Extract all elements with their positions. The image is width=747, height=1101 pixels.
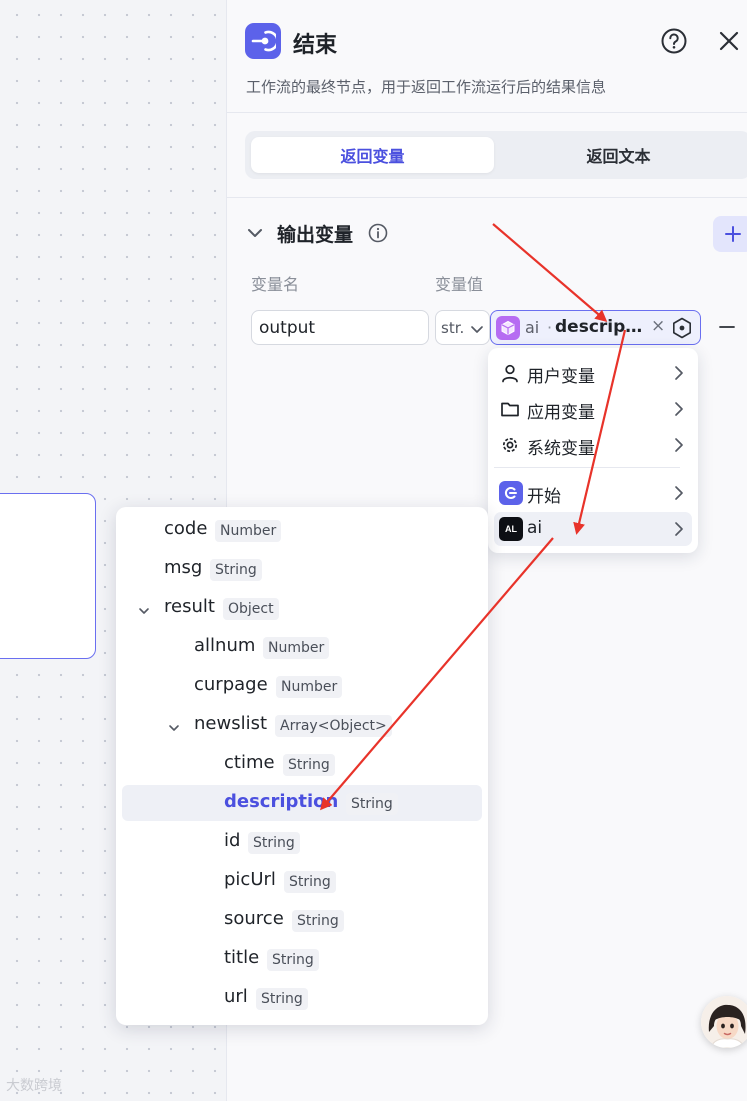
- panel-title: 结束: [293, 33, 338, 58]
- tree-variable-name: curpage: [194, 674, 268, 695]
- tree-variable-type-badge: Object: [223, 598, 279, 620]
- reference-variable-name: description: [555, 317, 647, 337]
- tree-row-ctime[interactable]: ctime String: [122, 746, 482, 782]
- chevron-right-icon: [672, 401, 686, 417]
- chevron-right-icon: [672, 365, 686, 381]
- tree-variable-type-badge: String: [248, 832, 300, 854]
- chevron-down-icon: [470, 321, 484, 335]
- tree-variable-type-badge: String: [346, 793, 398, 815]
- help-icon[interactable]: [660, 27, 688, 55]
- reference-separator: ·: [547, 318, 553, 337]
- remove-variable-button[interactable]: [715, 315, 739, 339]
- reference-node-name: ai: [525, 318, 540, 337]
- minus-icon: [719, 326, 735, 328]
- menu-item-label: 应用变量: [527, 403, 595, 423]
- chevron-down-icon[interactable]: [138, 602, 150, 614]
- tree-variable-type-badge: String: [210, 559, 262, 581]
- assistant-avatar[interactable]: [701, 996, 747, 1048]
- tab-return-variables[interactable]: 返回变量: [251, 137, 494, 173]
- header-divider: [227, 112, 747, 113]
- tree-row-newslist[interactable]: newslist Array<Object>: [122, 707, 482, 743]
- gear-icon: [500, 435, 520, 455]
- tree-row-msg[interactable]: msg String: [122, 551, 482, 587]
- tree-row-code[interactable]: code Number: [122, 512, 482, 548]
- tree-row-picurl[interactable]: picUrl String: [122, 863, 482, 899]
- tabs-divider: [227, 197, 747, 198]
- hexagon-settings-icon[interactable]: [671, 317, 693, 339]
- tree-variable-name: url: [224, 986, 248, 1007]
- clear-reference-button[interactable]: ×: [651, 316, 665, 336]
- tree-variable-type-badge: String: [283, 754, 335, 776]
- tree-variable-name: description: [224, 791, 339, 812]
- tree-row-allnum[interactable]: allnum Number: [122, 629, 482, 665]
- chevron-right-icon: [672, 437, 686, 453]
- chevron-right-icon: [672, 485, 686, 501]
- tree-row-curpage[interactable]: curpage Number: [122, 668, 482, 704]
- tab-return-text[interactable]: 返回文本: [497, 137, 740, 173]
- plus-icon: [725, 226, 741, 242]
- menu-item-label: 系统变量: [527, 439, 595, 459]
- variable-name-label: 变量名: [251, 275, 300, 294]
- menu-item-label: 开始: [527, 487, 561, 507]
- folder-icon: [500, 399, 520, 419]
- user-icon: [500, 363, 520, 383]
- tree-variable-type-badge: String: [267, 949, 319, 971]
- close-icon[interactable]: [715, 27, 743, 55]
- chevron-right-icon: [672, 521, 686, 537]
- menu-divider: [494, 467, 680, 468]
- cube-icon: [496, 316, 520, 340]
- tree-variable-name: allnum: [194, 635, 256, 656]
- tree-row-description[interactable]: description String: [122, 785, 482, 821]
- tree-row-source[interactable]: source String: [122, 902, 482, 938]
- menu-item-ai-node[interactable]: AL ai: [494, 512, 692, 546]
- tree-row-result[interactable]: result Object: [122, 590, 482, 626]
- menu-item-user-variables[interactable]: 用户变量: [494, 356, 692, 390]
- tree-variable-type-badge: Array<Object>: [275, 715, 392, 737]
- tree-row-title[interactable]: title String: [122, 941, 482, 977]
- tree-variable-name: picUrl: [224, 869, 276, 890]
- chevron-down-icon[interactable]: [168, 719, 180, 731]
- panel-description: 工作流的最终节点，用于返回工作流运行后的结果信息: [246, 78, 607, 96]
- variable-source-menu: 用户变量 应用变量 系统变量 开始 AL ai: [488, 348, 698, 553]
- menu-item-label: ai: [527, 518, 543, 538]
- tree-variable-name: code: [164, 518, 208, 539]
- start-node-icon: [499, 481, 523, 505]
- ai-node-icon: AL: [499, 517, 523, 541]
- menu-item-system-variables[interactable]: 系统变量: [494, 428, 692, 462]
- return-mode-tabs: 返回变量 返回文本: [245, 131, 747, 179]
- tree-variable-name: result: [164, 596, 215, 617]
- section-title: 输出变量: [277, 224, 354, 246]
- tree-variable-type-badge: Number: [263, 637, 330, 659]
- variable-type-select[interactable]: str.: [435, 310, 490, 345]
- collapse-chevron-icon[interactable]: [245, 223, 265, 243]
- tree-row-id[interactable]: id String: [122, 824, 482, 860]
- tree-variable-type-badge: Number: [215, 520, 282, 542]
- tree-variable-type-badge: String: [292, 910, 344, 932]
- canvas-node[interactable]: [0, 493, 96, 659]
- info-icon[interactable]: [367, 222, 389, 244]
- menu-item-start-node[interactable]: 开始: [494, 476, 692, 510]
- menu-item-app-variables[interactable]: 应用变量: [494, 392, 692, 426]
- variable-type-value: str.: [441, 318, 465, 337]
- menu-item-label: 用户变量: [527, 367, 595, 387]
- panel-header: 结束 工作流的最终节点，用于返回工作流运行后的结果信息: [227, 0, 747, 112]
- tree-variable-name: ctime: [224, 752, 275, 773]
- end-node-icon: [245, 23, 281, 59]
- tree-variable-type-badge: String: [256, 988, 308, 1010]
- variable-name-input[interactable]: [251, 310, 429, 345]
- variable-tree-menu: code Number msg String result Object allnum Num…: [116, 507, 488, 1025]
- tree-variable-name: id: [224, 830, 241, 851]
- tree-variable-name: title: [224, 947, 260, 968]
- tree-variable-name: source: [224, 908, 284, 929]
- tree-variable-name: newslist: [194, 713, 268, 734]
- watermark: 大数跨境: [6, 1078, 62, 1094]
- add-variable-button[interactable]: [713, 216, 747, 252]
- tree-variable-name: msg: [164, 557, 203, 578]
- variable-value-label: 变量值: [435, 275, 484, 294]
- variable-reference-picker[interactable]: ai · description ×: [490, 310, 701, 345]
- tree-row-url[interactable]: url String: [122, 980, 482, 1016]
- tree-variable-type-badge: Number: [276, 676, 343, 698]
- tree-variable-type-badge: String: [284, 871, 336, 893]
